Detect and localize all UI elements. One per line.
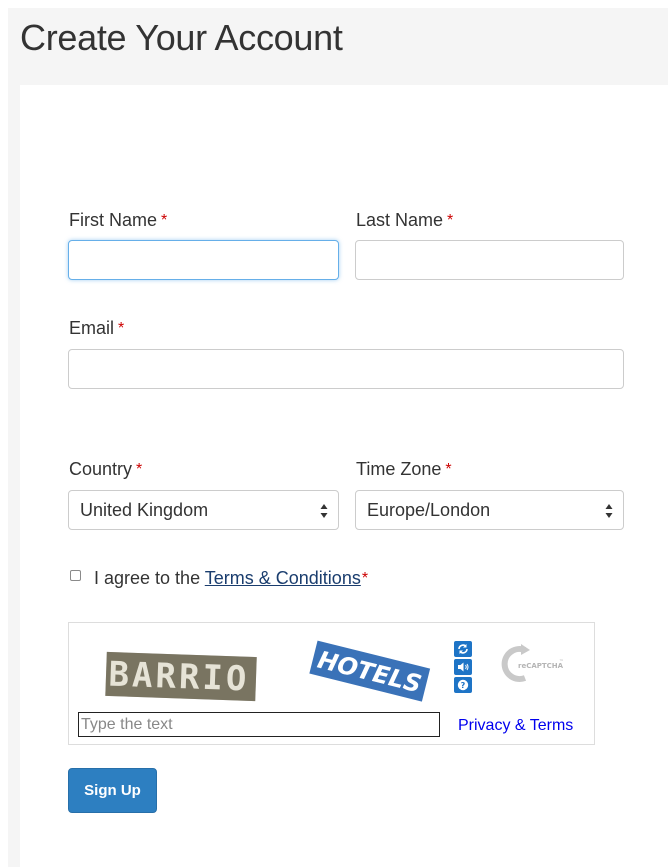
country-label-text: Country [69, 459, 133, 479]
sign-up-button[interactable]: Sign Up [68, 768, 157, 813]
privacy-terms-link[interactable]: Privacy & Terms [458, 716, 573, 736]
refresh-icon [458, 644, 468, 654]
recaptcha-logo-tm: ™ [559, 659, 564, 665]
select-arrows-icon [320, 504, 328, 518]
captcha-help-button[interactable]: ? [454, 677, 472, 693]
captcha-text-input[interactable] [78, 712, 440, 737]
last-name-input[interactable] [355, 240, 624, 280]
recaptcha-logo-text: reCAPTCHA [518, 662, 564, 670]
help-icon: ? [457, 679, 469, 691]
country-select[interactable]: United Kingdom [68, 490, 339, 530]
select-arrows-icon [605, 504, 613, 518]
first-name-input[interactable] [68, 240, 339, 280]
last-name-label-text: Last Name [356, 210, 444, 230]
required-marker: * [447, 212, 454, 229]
captcha-word-1: BARRIO [108, 655, 250, 700]
agree-label: I agree to the Terms & Conditions* [94, 567, 368, 590]
audio-icon [458, 662, 469, 672]
country-select-value: United Kingdom [80, 500, 209, 520]
agree-prefix: I agree to the [94, 568, 205, 588]
required-marker: * [161, 212, 168, 229]
page-title: Create Your Account [20, 17, 343, 58]
required-marker: * [445, 461, 452, 478]
captcha-audio-button[interactable] [454, 659, 472, 675]
captcha-words-image: BARRIO HOTELS [105, 640, 431, 702]
time-zone-label-text: Time Zone [356, 459, 442, 479]
time-zone-select-value: Europe/London [367, 500, 491, 520]
recaptcha-logo: reCAPTCHA ™ [499, 640, 591, 688]
email-label-text: Email [69, 318, 115, 338]
captcha-image: BARRIO HOTELS [79, 632, 439, 704]
email-label: Email * [69, 317, 124, 340]
required-marker: * [136, 461, 143, 478]
time-zone-label: Time Zone * [356, 458, 452, 481]
terms-conditions-link[interactable]: Terms & Conditions [205, 568, 361, 588]
recaptcha-logo-icon: reCAPTCHA ™ [501, 644, 564, 682]
required-marker: * [361, 570, 369, 587]
required-marker: * [118, 320, 125, 337]
svg-text:?: ? [461, 681, 466, 690]
country-label: Country * [69, 458, 142, 481]
captcha-widget: BARRIO HOTELS ? reCAPTCHA ™ Type the tex… [68, 622, 595, 745]
agree-checkbox[interactable] [70, 570, 81, 581]
captcha-refresh-button[interactable] [454, 641, 472, 657]
last-name-label: Last Name * [356, 209, 453, 232]
first-name-label: First Name * [69, 209, 167, 232]
time-zone-select[interactable]: Europe/London [355, 490, 624, 530]
email-input[interactable] [68, 349, 624, 389]
first-name-label-text: First Name [69, 210, 158, 230]
